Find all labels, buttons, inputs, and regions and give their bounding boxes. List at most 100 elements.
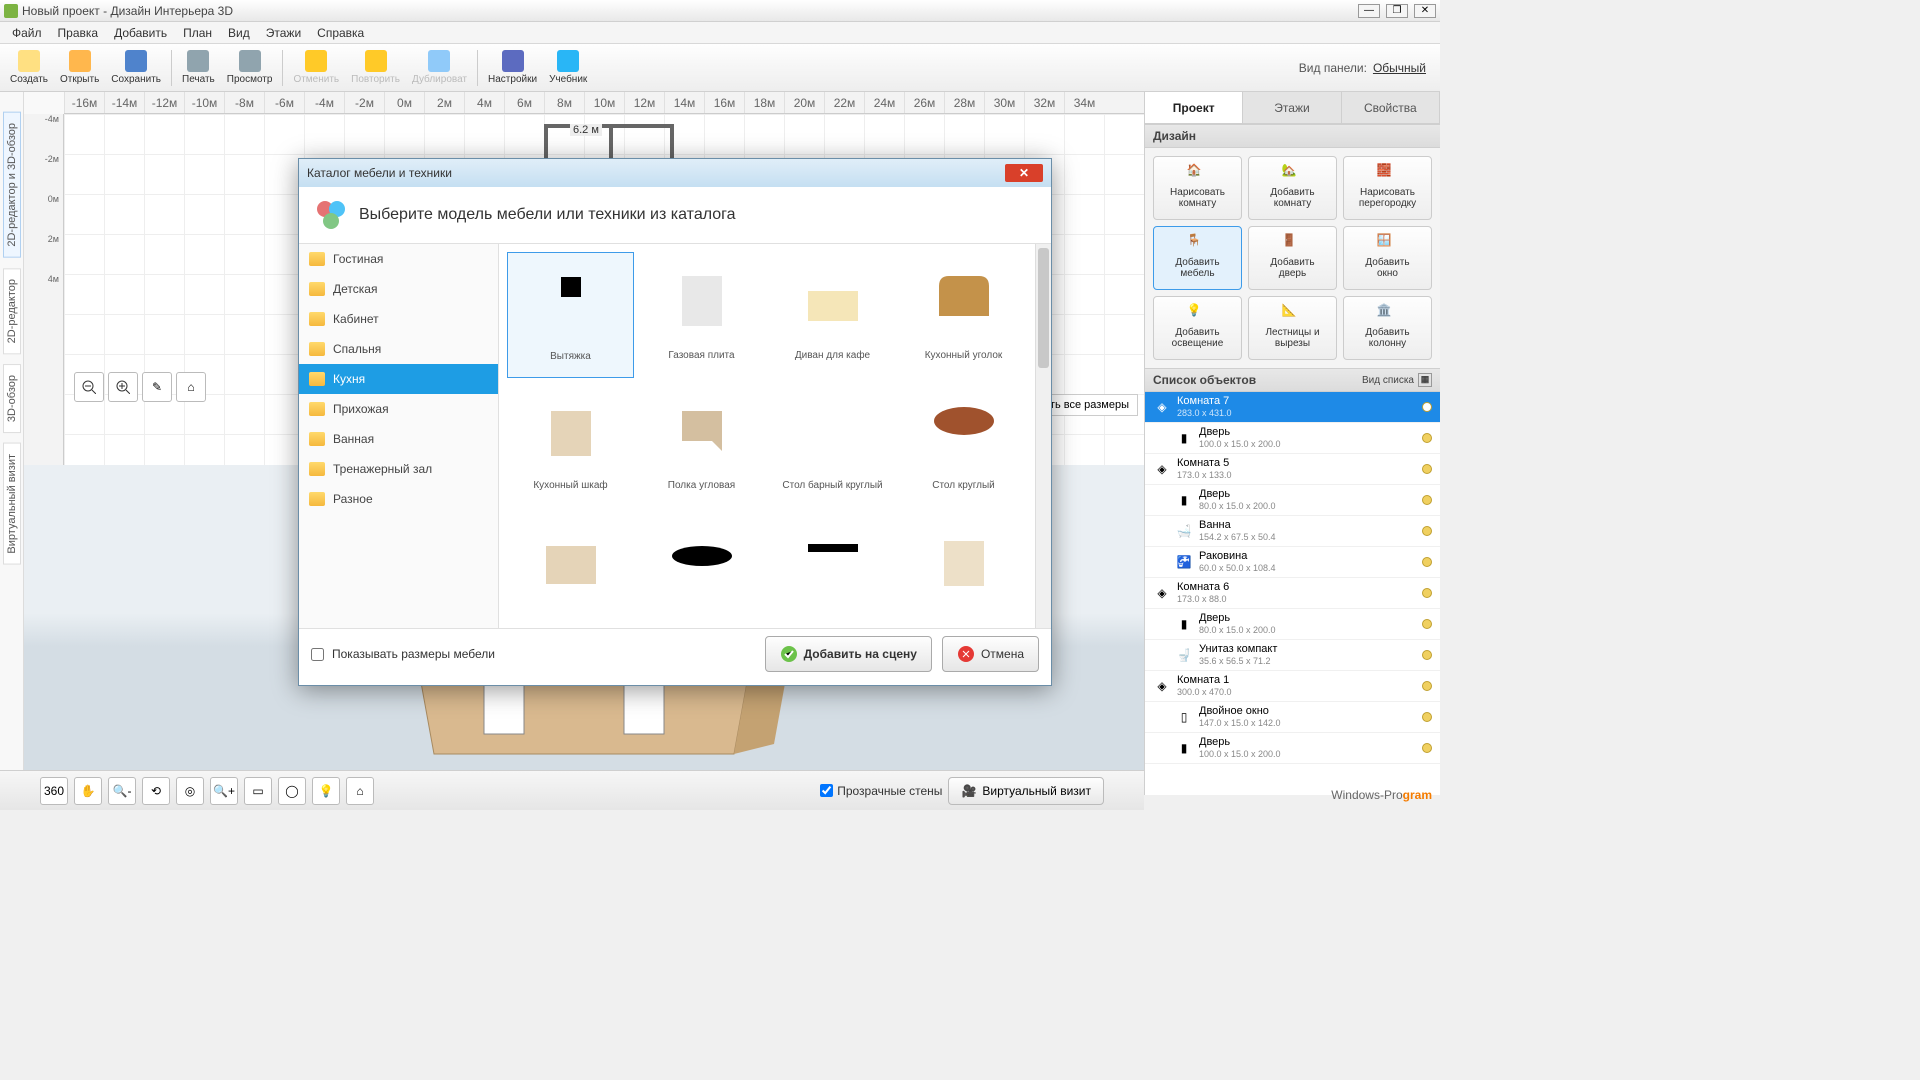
category-Детская[interactable]: Детская [299,274,498,304]
visibility-toggle[interactable] [1422,464,1432,474]
category-Разное[interactable]: Разное [299,484,498,514]
visibility-toggle[interactable] [1422,681,1432,691]
menu-Этажи[interactable]: Этажи [258,24,309,42]
category-Тренажерный зал[interactable]: Тренажерный зал [299,454,498,484]
category-Прихожая[interactable]: Прихожая [299,394,498,424]
furniture-item[interactable]: Стол барный круглый [769,382,896,508]
object-item[interactable]: 🚰Раковина60.0 x 50.0 x 108.4 [1145,547,1440,578]
category-Ванная[interactable]: Ванная [299,424,498,454]
redo-button[interactable]: Повторить [345,48,406,87]
dialog-close-button[interactable]: ✕ [1005,164,1043,182]
home-button[interactable]: ⌂ [176,372,206,402]
design-card-6[interactable]: 💡Добавитьосвещение [1153,296,1242,360]
furniture-item[interactable]: Стол круглый [900,382,1027,508]
design-card-3[interactable]: 🪑Добавитьмебель [1153,226,1242,290]
open-button[interactable]: Открыть [54,48,105,87]
panel-tab-Этажи[interactable]: Этажи [1243,92,1341,123]
design-card-7[interactable]: 📐Лестницы ивырезы [1248,296,1337,360]
visibility-toggle[interactable] [1422,743,1432,753]
furniture-item[interactable]: Вытяжка [507,252,634,378]
rotate-360-button[interactable]: 360 [40,777,68,805]
design-card-2[interactable]: 🧱Нарисоватьперегородку [1343,156,1432,220]
object-item[interactable]: ▮Дверь100.0 x 15.0 x 200.0 [1145,423,1440,454]
object-item[interactable]: ▯Двойное окно147.0 x 15.0 x 142.0 [1145,702,1440,733]
pan-button[interactable]: ✋ [74,777,102,805]
virtual-visit-button[interactable]: 🎥Виртуальный визит [948,777,1104,805]
menu-План[interactable]: План [175,24,220,42]
menu-Вид[interactable]: Вид [220,24,258,42]
dialog-titlebar[interactable]: Каталог мебели и техники ✕ [299,159,1051,187]
objects-list[interactable]: ◈Комната 7283.0 x 431.0▮Дверь100.0 x 15.… [1145,392,1440,795]
transparent-walls-checkbox[interactable]: Прозрачные стены [820,784,942,798]
zoom-in-button[interactable]: 🔍+ [210,777,238,805]
furniture-item[interactable] [769,512,896,628]
furniture-item[interactable] [507,512,634,628]
print-button[interactable]: Печать [176,48,221,87]
close-button[interactable]: ✕ [1414,4,1436,18]
visibility-toggle[interactable] [1422,712,1432,722]
furniture-item[interactable]: Кухонный уголок [900,252,1027,378]
visibility-toggle[interactable] [1422,619,1432,629]
view-tab-2[interactable]: 3D-обзор [3,364,21,433]
panel-mode-selector[interactable]: Вид панели: Обычный [1299,61,1436,75]
edit-button[interactable]: ✎ [142,372,172,402]
home-view-button[interactable]: ⌂ [346,777,374,805]
category-Гостиная[interactable]: Гостиная [299,244,498,274]
object-item[interactable]: ▮Дверь80.0 x 15.0 x 200.0 [1145,485,1440,516]
object-item[interactable]: ◈Комната 1300.0 x 470.0 [1145,671,1440,702]
zoom-out-button[interactable]: 🔍- [108,777,136,805]
menu-Правка[interactable]: Правка [50,24,107,42]
visibility-toggle[interactable] [1422,650,1432,660]
zoom-in-button[interactable] [108,372,138,402]
visibility-toggle[interactable] [1422,557,1432,567]
object-item[interactable]: ▮Дверь80.0 x 15.0 x 200.0 [1145,609,1440,640]
design-card-5[interactable]: 🪟Добавитьокно [1343,226,1432,290]
add-to-scene-button[interactable]: Добавить на сцену [765,636,932,672]
view-tab-0[interactable]: 2D-редактор и 3D-обзор [3,112,21,258]
furniture-item[interactable] [638,512,765,628]
design-card-8[interactable]: 🏛️Добавитьколонну [1343,296,1432,360]
zoom-out-button[interactable] [74,372,104,402]
create-button[interactable]: Создать [4,48,54,87]
tutorial-button[interactable]: Учебник [543,48,593,87]
furniture-item[interactable]: Полка угловая [638,382,765,508]
minimize-button[interactable]: — [1358,4,1380,18]
design-card-0[interactable]: 🏠Нарисоватькомнату [1153,156,1242,220]
furniture-grid[interactable]: ВытяжкаГазовая плитаДиван для кафеКухонн… [499,244,1035,628]
category-Кабинет[interactable]: Кабинет [299,304,498,334]
visibility-toggle[interactable] [1422,433,1432,443]
furniture-item[interactable] [900,512,1027,628]
design-card-4[interactable]: 🚪Добавитьдверь [1248,226,1337,290]
object-item[interactable]: ◈Комната 7283.0 x 431.0 [1145,392,1440,423]
list-view-icon[interactable]: ▦ [1418,373,1432,387]
object-item[interactable]: ◈Комната 6173.0 x 88.0 [1145,578,1440,609]
view-tab-3[interactable]: Виртуальный визит [3,443,21,565]
category-Спальня[interactable]: Спальня [299,334,498,364]
category-list[interactable]: ГостинаяДетскаяКабинетСпальняКухняПрихож… [299,244,499,628]
object-item[interactable]: ▮Дверь100.0 x 15.0 x 200.0 [1145,733,1440,764]
settings-button[interactable]: Настройки [482,48,543,87]
preview-button[interactable]: Просмотр [221,48,279,87]
object-item[interactable]: ◈Комната 5173.0 x 133.0 [1145,454,1440,485]
panel-mode-value[interactable]: Обычный [1373,61,1426,75]
save-button[interactable]: Сохранить [105,48,167,87]
design-card-1[interactable]: 🏡Добавитькомнату [1248,156,1337,220]
show-sizes-checkbox[interactable]: Показывать размеры мебели [311,647,495,661]
furniture-item[interactable]: Диван для кафе [769,252,896,378]
menu-Файл[interactable]: Файл [4,24,50,42]
cancel-button[interactable]: Отмена [942,636,1039,672]
visibility-toggle[interactable] [1422,526,1432,536]
panel-tab-Свойства[interactable]: Свойства [1342,92,1440,123]
menu-Справка[interactable]: Справка [309,24,372,42]
target-button[interactable]: ◎ [176,777,204,805]
menu-Добавить[interactable]: Добавить [106,24,175,42]
category-Кухня[interactable]: Кухня [299,364,498,394]
view-tab-1[interactable]: 2D-редактор [3,268,21,354]
orbit-button[interactable]: ⟲ [142,777,170,805]
undo-button[interactable]: Отменить [287,48,345,87]
visibility-toggle[interactable] [1422,588,1432,598]
dialog-scrollbar[interactable] [1035,244,1051,628]
dup-button[interactable]: Дублироват [406,48,473,87]
maximize-button[interactable]: ❐ [1386,4,1408,18]
light-button[interactable]: 💡 [312,777,340,805]
